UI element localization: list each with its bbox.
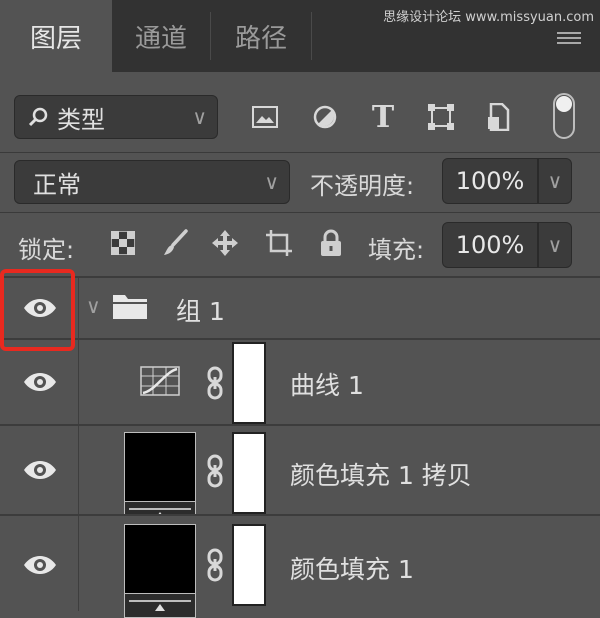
layer-row-color-fill-copy[interactable]: 颜色填充 1 拷贝 xyxy=(0,426,600,526)
divider xyxy=(0,212,600,213)
filter-adjustment-icon[interactable] xyxy=(308,100,342,134)
curves-adjustment-icon xyxy=(140,366,180,396)
watermark: 思缘设计论坛 www.missyuan.com xyxy=(383,10,594,25)
tab-channels[interactable]: 通道 xyxy=(112,0,210,72)
lock-all-icon[interactable] xyxy=(314,226,348,260)
search-icon xyxy=(28,107,48,127)
tab-separator xyxy=(311,12,312,60)
tab-channels-label: 通道 xyxy=(134,23,187,54)
link-icon[interactable] xyxy=(206,366,224,400)
panel-menu-icon[interactable] xyxy=(557,32,581,48)
folder-icon xyxy=(113,295,147,319)
chevron-down-icon: ∨ xyxy=(547,169,563,193)
opacity-dropdown-button[interactable]: ∨ xyxy=(538,158,572,204)
layer-name: 组 1 xyxy=(176,297,225,326)
highlight-annotation-box xyxy=(0,269,75,351)
eye-icon[interactable] xyxy=(22,371,58,393)
opacity-label: 不透明度: xyxy=(310,172,415,200)
tab-paths[interactable]: 路径 xyxy=(211,0,311,72)
visibility-cell[interactable] xyxy=(0,516,79,611)
link-icon[interactable] xyxy=(206,454,224,488)
chevron-down-icon: ∨ xyxy=(547,233,563,257)
filter-shape-icon[interactable] xyxy=(424,100,458,134)
layer-name: 曲线 1 xyxy=(290,371,364,400)
filter-kind-select[interactable]: 类型 ∨ xyxy=(14,95,218,139)
eye-icon[interactable] xyxy=(22,554,58,576)
filter-smart-object-icon[interactable] xyxy=(482,100,516,134)
visibility-cell[interactable] xyxy=(0,426,79,514)
layer-row-group[interactable]: ∨ 组 1 xyxy=(0,278,600,338)
lock-artboard-icon[interactable] xyxy=(262,226,296,260)
fill-label: 填充: xyxy=(368,236,425,264)
layer-mask-thumbnail[interactable] xyxy=(232,432,266,514)
chevron-down-icon: ∨ xyxy=(264,170,279,194)
tab-paths-label: 路径 xyxy=(234,23,287,54)
layer-row-color-fill[interactable]: 颜色填充 1 xyxy=(0,516,600,618)
lock-image-pixels-icon[interactable] xyxy=(158,226,192,260)
layer-row-curves[interactable]: 曲线 1 xyxy=(0,340,600,424)
fill-layer-thumbnail[interactable] xyxy=(124,432,196,526)
fill-dropdown-button[interactable]: ∨ xyxy=(538,222,572,268)
lock-position-icon[interactable] xyxy=(208,226,242,260)
filter-type-icon[interactable]: T xyxy=(366,100,400,135)
tab-layers-label: 图层 xyxy=(29,23,82,54)
lock-transparent-pixels-icon[interactable] xyxy=(106,226,140,260)
chevron-down-icon[interactable]: ∨ xyxy=(86,294,101,318)
blend-mode-value: 正常 xyxy=(33,170,81,199)
chevron-down-icon: ∨ xyxy=(192,105,207,129)
filter-kind-label: 类型 xyxy=(57,105,105,134)
lock-label: 锁定: xyxy=(18,236,75,264)
fill-layer-thumbnail[interactable] xyxy=(124,524,196,618)
filter-toggle-switch[interactable] xyxy=(553,93,575,139)
link-icon[interactable] xyxy=(206,548,224,582)
opacity-input[interactable]: 100% xyxy=(442,158,538,204)
eye-icon[interactable] xyxy=(22,459,58,481)
layer-mask-thumbnail[interactable] xyxy=(232,342,266,424)
divider xyxy=(0,152,600,153)
blend-mode-select[interactable]: 正常 ∨ xyxy=(14,160,290,204)
layer-name: 颜色填充 1 xyxy=(290,555,414,584)
layer-name: 颜色填充 1 拷贝 xyxy=(290,461,472,490)
filter-pixel-icon[interactable] xyxy=(248,100,282,134)
visibility-cell[interactable] xyxy=(0,340,79,424)
tab-layers[interactable]: 图层 xyxy=(0,0,112,72)
layer-mask-thumbnail[interactable] xyxy=(232,524,266,606)
fill-input[interactable]: 100% xyxy=(442,222,538,268)
